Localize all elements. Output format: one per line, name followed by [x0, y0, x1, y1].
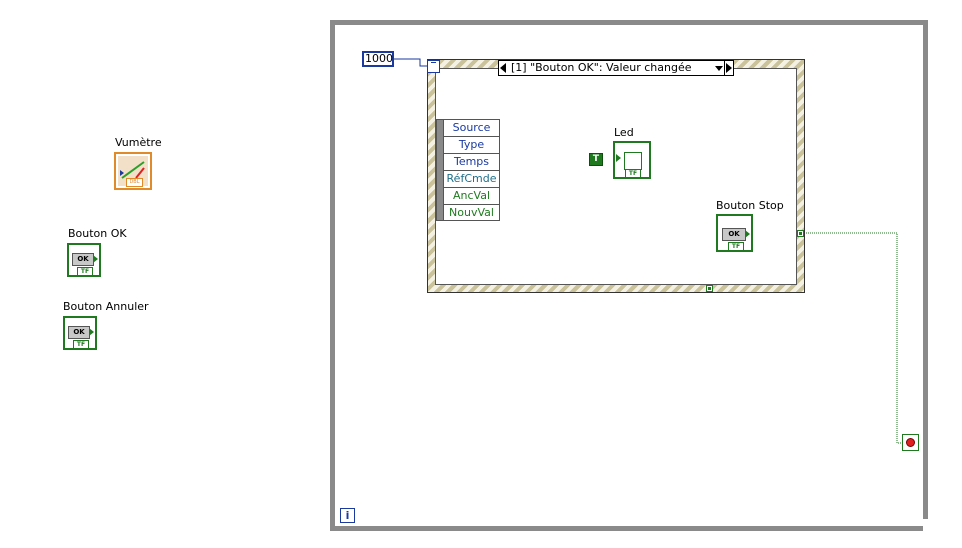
- selector-divider: [724, 61, 725, 75]
- led-indicator-icon: [624, 152, 642, 170]
- event-data-field[interactable]: RéfCmde: [444, 171, 499, 188]
- tf-badge: TF: [625, 169, 641, 178]
- event-case-text: [1] "Bouton OK": Valeur changée: [511, 61, 692, 74]
- output-tunnel[interactable]: [797, 230, 804, 237]
- ok-button-icon: OK: [722, 228, 746, 241]
- timeout-constant[interactable]: 1000: [362, 51, 394, 67]
- hourglass-icon[interactable]: [427, 60, 440, 73]
- next-case-icon[interactable]: [726, 63, 732, 73]
- input-arrow-icon: [616, 154, 621, 162]
- stop-condition-icon[interactable]: [902, 434, 919, 451]
- stop-dot: [906, 438, 915, 447]
- bouton-stop-terminal[interactable]: OK TF: [716, 214, 753, 252]
- event-data-field[interactable]: AncVal: [444, 188, 499, 205]
- true-constant[interactable]: T: [589, 153, 603, 166]
- event-case-selector[interactable]: [1] "Bouton OK": Valeur changée: [498, 60, 734, 76]
- prev-case-icon[interactable]: [500, 63, 506, 73]
- event-data-node-bar: [437, 120, 444, 220]
- event-data-field[interactable]: NouvVal: [444, 205, 499, 222]
- led-label: Led: [614, 126, 634, 139]
- led-terminal[interactable]: TF: [613, 141, 651, 179]
- bouton-stop-label: Bouton Stop: [716, 199, 784, 212]
- chevron-down-icon[interactable]: [715, 66, 723, 71]
- output-arrow-icon: [745, 230, 750, 238]
- event-data-field[interactable]: Source: [444, 120, 499, 137]
- event-bottom-tunnel[interactable]: [706, 285, 713, 292]
- event-data-field[interactable]: Temps: [444, 154, 499, 171]
- event-data-field[interactable]: Type: [444, 137, 499, 154]
- event-data-node[interactable]: Source Type Temps RéfCmde AncVal NouvVal: [436, 119, 500, 221]
- iteration-terminal[interactable]: i: [340, 508, 355, 523]
- tf-badge: TF: [728, 242, 744, 251]
